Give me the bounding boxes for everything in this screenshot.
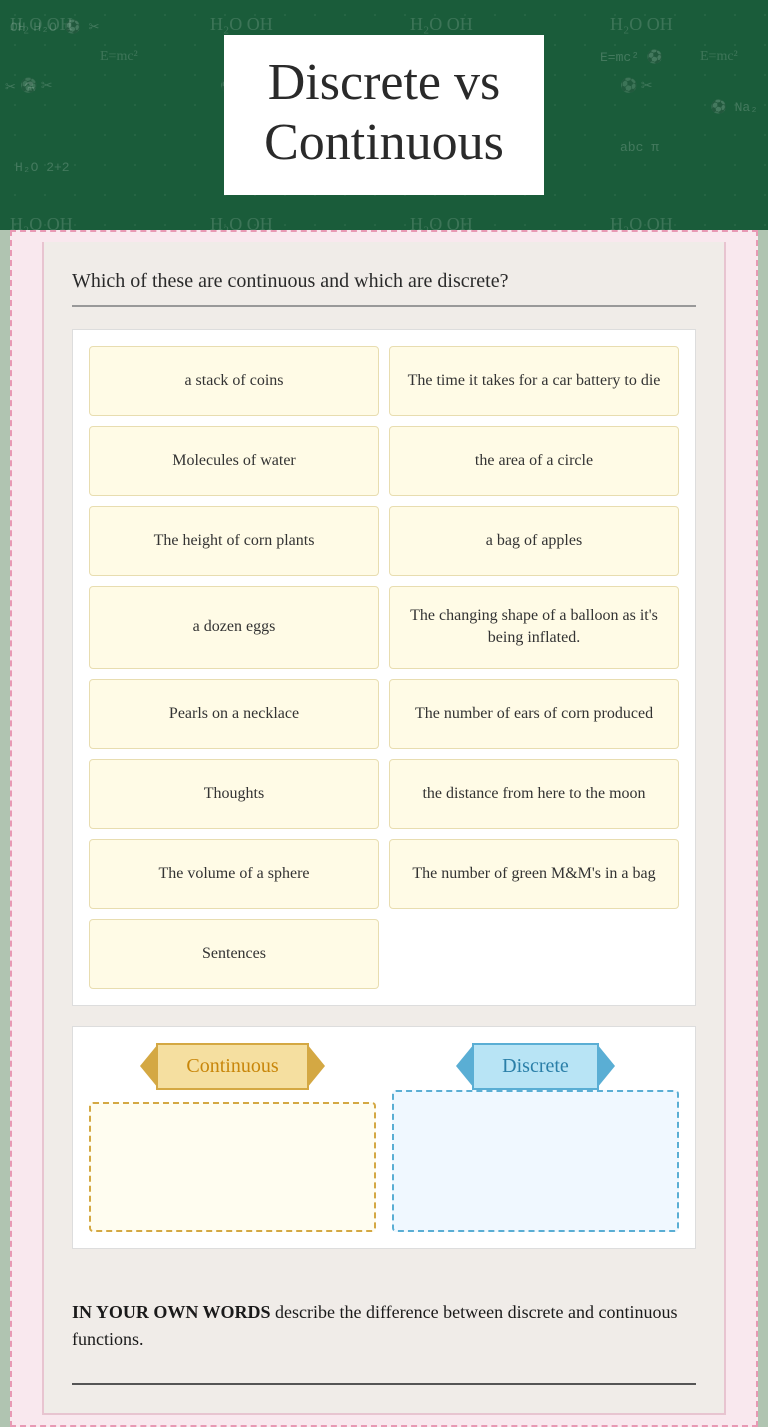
- header: OH H₂O ⚽ ✂ E=mc² ⚽ H₂O 2+2 abc π ✂ ⚗ ⚽ N…: [0, 0, 768, 230]
- list-item[interactable]: The volume of a sphere: [89, 839, 379, 909]
- list-item[interactable]: The number of green M&M's in a bag: [389, 839, 679, 909]
- list-item[interactable]: Thoughts: [89, 759, 379, 829]
- sort-area: Continuous Discrete: [72, 1026, 696, 1249]
- discrete-label: Discrete: [502, 1055, 569, 1077]
- continuous-label: Continuous: [186, 1055, 278, 1077]
- subtitle: Which of these are continuous and which …: [72, 270, 696, 307]
- list-item[interactable]: The changing shape of a balloon as it's …: [389, 586, 679, 669]
- continuous-header: Continuous: [156, 1043, 308, 1090]
- discrete-drop-zone[interactable]: [392, 1090, 679, 1232]
- list-item[interactable]: Pearls on a necklace: [89, 679, 379, 749]
- list-item[interactable]: Molecules of water: [89, 426, 379, 496]
- main-content: Which of these are continuous and which …: [42, 242, 726, 1415]
- discrete-column: Discrete: [392, 1043, 679, 1232]
- list-item[interactable]: a bag of apples: [389, 506, 679, 576]
- list-item[interactable]: The time it takes for a car battery to d…: [389, 346, 679, 416]
- description-bold: IN YOUR OWN WORDS: [72, 1302, 271, 1322]
- list-item[interactable]: The number of ears of corn produced: [389, 679, 679, 749]
- discrete-header: Discrete: [472, 1043, 599, 1090]
- description-section: IN YOUR OWN WORDS describe the differenc…: [72, 1279, 696, 1385]
- list-item[interactable]: the distance from here to the moon: [389, 759, 679, 829]
- continuous-ribbon: Continuous: [156, 1043, 308, 1090]
- items-grid: a stack of coins The time it takes for a…: [72, 329, 696, 1006]
- description-line: [72, 1383, 696, 1385]
- list-item[interactable]: the area of a circle: [389, 426, 679, 496]
- outer-wrapper: Which of these are continuous and which …: [10, 230, 758, 1427]
- description-prompt: IN YOUR OWN WORDS describe the differenc…: [72, 1299, 696, 1353]
- list-item[interactable]: The height of corn plants: [89, 506, 379, 576]
- continuous-column: Continuous: [89, 1043, 376, 1232]
- continuous-drop-zone[interactable]: [89, 1102, 376, 1232]
- discrete-ribbon: Discrete: [472, 1043, 599, 1090]
- list-item[interactable]: Sentences: [89, 919, 379, 989]
- list-item[interactable]: a dozen eggs: [89, 586, 379, 669]
- header-title-box: Discrete vs Continuous: [224, 35, 544, 195]
- page-title: Discrete vs Continuous: [264, 53, 504, 173]
- list-item[interactable]: a stack of coins: [89, 346, 379, 416]
